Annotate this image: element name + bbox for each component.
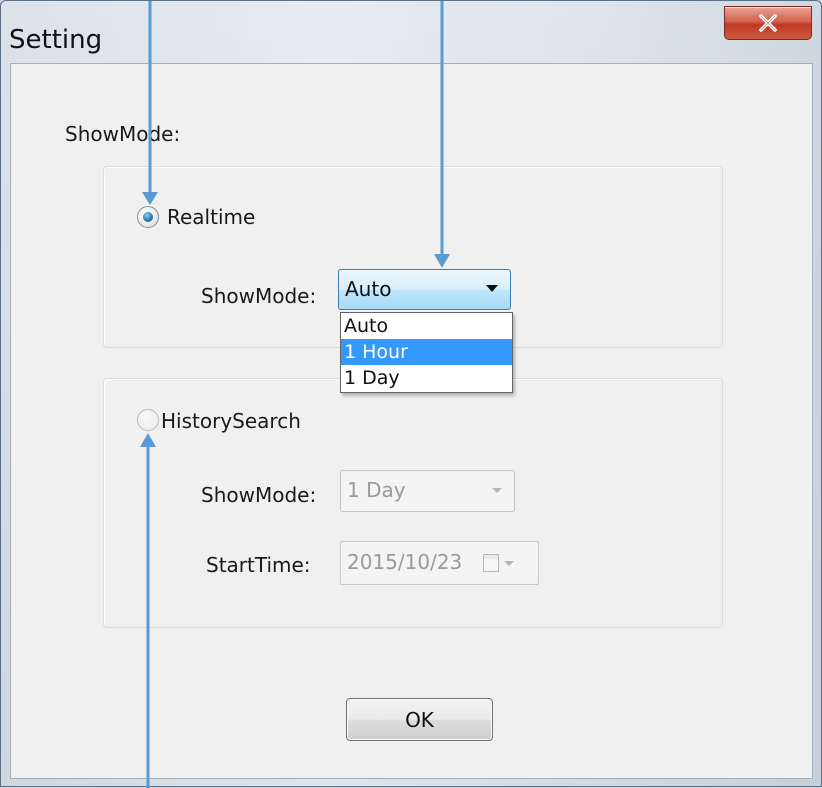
annotation-arrows: [140, 1, 450, 788]
setting-dialog: Setting ShowMode: Realtime ShowMode: Aut…: [0, 0, 822, 788]
